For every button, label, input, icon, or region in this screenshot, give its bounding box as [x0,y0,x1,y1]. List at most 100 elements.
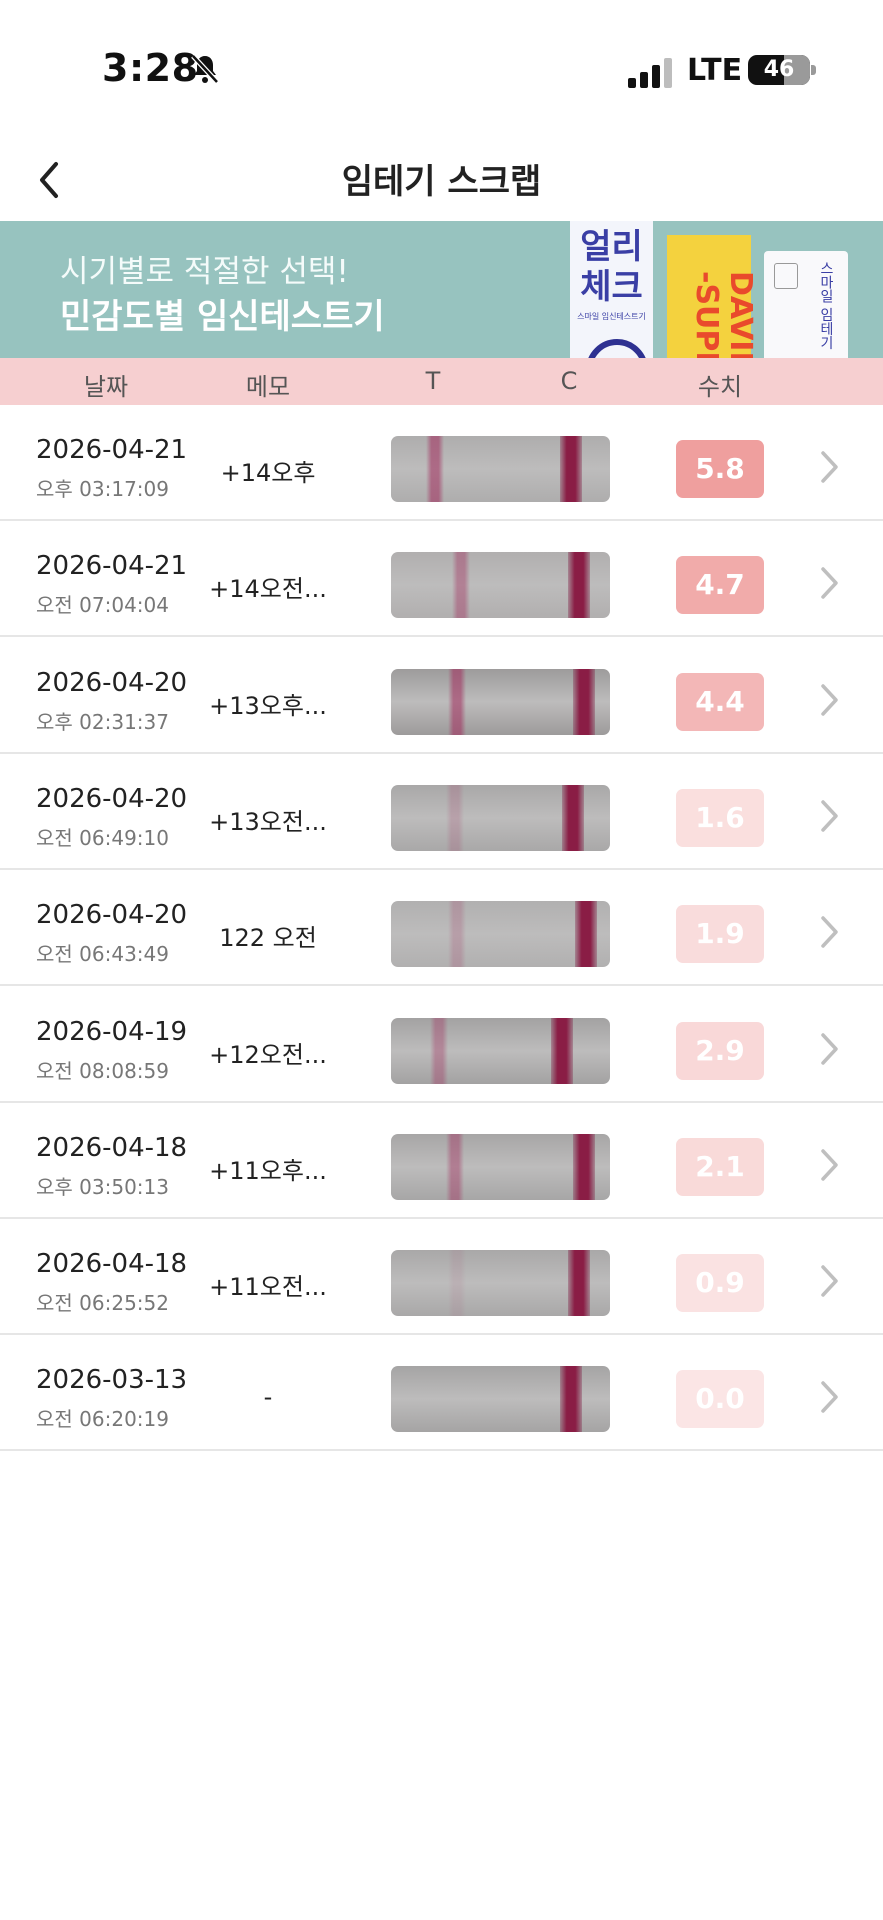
record-date: 2026-03-13 [36,1365,188,1396]
record-date: 2026-04-20 [36,783,188,814]
test-strip-image [391,1250,610,1317]
record-date: 2026-04-21 [36,435,188,465]
record-value-badge: 4.4 [676,672,764,731]
test-line [446,784,464,851]
test-line [448,1250,466,1317]
record-memo: +11오후... [209,1156,327,1185]
record-time: 오전 06:25:52 [36,1291,169,1316]
table-row[interactable]: 2026-04-21 오전 07:04:04 +14오전... 4.7 [0,521,883,638]
record-memo: 122 오전 [219,924,317,953]
control-line [573,668,595,735]
record-time: 오전 06:43:49 [36,942,169,967]
record-memo: +12오전... [209,1040,327,1069]
promo-banner[interactable]: 시기별로 적절한 선택! 민감도별 임신테스트기 얼리 체크 스마일 임신테스트… [0,221,883,358]
record-time: 오후 02:31:37 [36,709,169,734]
page-title: 임테기 스크랩 [341,162,542,202]
record-value-badge: 1.6 [676,788,764,847]
chevron-right-icon [821,451,838,483]
product1-line2: 체크 [580,267,643,307]
banner-subtitle: 시기별로 적절한 선택! [60,254,349,290]
record-memo: +14오전... [209,575,327,604]
product-box-early-check: 얼리 체크 스마일 임신테스트기 [570,221,653,358]
table-row[interactable]: 2026-04-20 오전 06:43:49 122 오전 1.9 [0,870,883,987]
header-t: T [425,367,441,395]
table-row[interactable]: 2026-04-19 오전 08:08:59 +12오전... 2.9 [0,986,883,1103]
product1-sub: 스마일 임신테스트기 [577,312,646,321]
table-row[interactable]: 2026-03-13 오전 06:20:19 - 0.0 [0,1335,883,1452]
test-strip-image [391,668,610,735]
test-strip-image [391,552,610,619]
record-time: 오전 06:49:10 [36,825,169,850]
chevron-right-icon [821,567,838,600]
table-row[interactable]: 2026-04-18 오후 03:50:13 +11오후... 2.1 [0,1102,883,1219]
battery-cap [811,65,816,75]
record-time: 오전 06:20:19 [36,1407,169,1432]
record-time: 오전 07:04:04 [36,593,169,618]
control-line [560,436,582,502]
record-value-badge: 2.9 [676,1021,764,1080]
test-strip-image [391,1017,610,1084]
signal-bars-icon [628,58,672,88]
product1-line1: 얼리 [580,227,643,267]
header-value: 수치 [697,373,743,401]
table-row[interactable]: 2026-04-18 오전 06:25:52 +11오전... 0.9 [0,1219,883,1336]
test-strip-image [391,1133,610,1200]
chevron-right-icon [821,1381,838,1414]
record-time: 오후 03:17:09 [36,477,169,501]
carrier-label: LTE [687,53,743,88]
chevron-right-icon [821,1032,838,1065]
chevron-right-icon [821,800,838,832]
record-value-badge: 0.0 [676,1370,764,1429]
test-strip-image [391,436,610,502]
test-strip-image [391,901,610,968]
product2-text: DAVID -SUPE [689,271,758,358]
banner-title: 민감도별 임신테스트기 [60,297,385,337]
header-c: C [560,367,578,395]
product1-ring-logo [586,339,648,358]
control-line [575,901,597,968]
record-date: 2026-04-20 [36,900,188,931]
record-date: 2026-04-21 [36,551,188,582]
record-value-badge: 2.1 [676,1137,764,1196]
record-value-badge: 1.9 [676,905,764,964]
record-date: 2026-04-19 [36,1016,188,1047]
chevron-right-icon [821,1265,838,1297]
product3-text: 스마일 임테기 [818,261,834,350]
record-value-badge: 5.8 [676,440,764,498]
product3-mini-strip [774,263,798,289]
battery-icon: 46 [748,55,810,85]
header-date: 날짜 [83,373,129,401]
header-memo: 메모 [245,373,291,401]
record-memo: +14오후 [220,459,316,487]
product-box-smile: 스마일 임테기 [764,251,848,358]
table-row[interactable]: 2026-04-20 오후 02:31:37 +13오후... 4.4 [0,637,883,754]
record-value-badge: 0.9 [676,1254,764,1313]
record-memo: +13오전... [209,807,327,836]
table-row[interactable]: 2026-04-21 오후 03:17:09 +14오후 5.8 [0,405,883,521]
record-memo: +13오후... [209,691,327,720]
chevron-right-icon [821,683,838,716]
control-line [562,784,584,851]
test-line [426,436,444,502]
product-box-david: DAVID -SUPE [667,235,758,358]
record-date: 2026-04-20 [36,667,188,698]
test-line [448,668,466,735]
record-date: 2026-04-18 [36,1249,188,1280]
control-line [551,1017,573,1084]
nav-bar: 임테기 스크랩 [0,140,883,220]
table-row[interactable]: 2026-04-20 오전 06:49:10 +13오전... 1.6 [0,753,883,870]
status-bar: 3:28 LTE 46 [0,0,883,140]
record-memo: +11오전... [209,1273,327,1302]
test-line [446,1133,464,1200]
record-date: 2026-04-18 [36,1132,188,1163]
bell-muted-icon [191,54,219,84]
control-line [573,1133,595,1200]
record-time: 오후 03:50:13 [36,1174,169,1199]
control-line [568,1250,590,1317]
table-header: 날짜 메모 T C 수치 [0,358,883,405]
control-line [560,1366,582,1433]
chevron-right-icon [821,916,838,948]
test-line [448,1366,466,1433]
record-value-badge: 4.7 [676,556,764,615]
test-line [448,901,466,968]
